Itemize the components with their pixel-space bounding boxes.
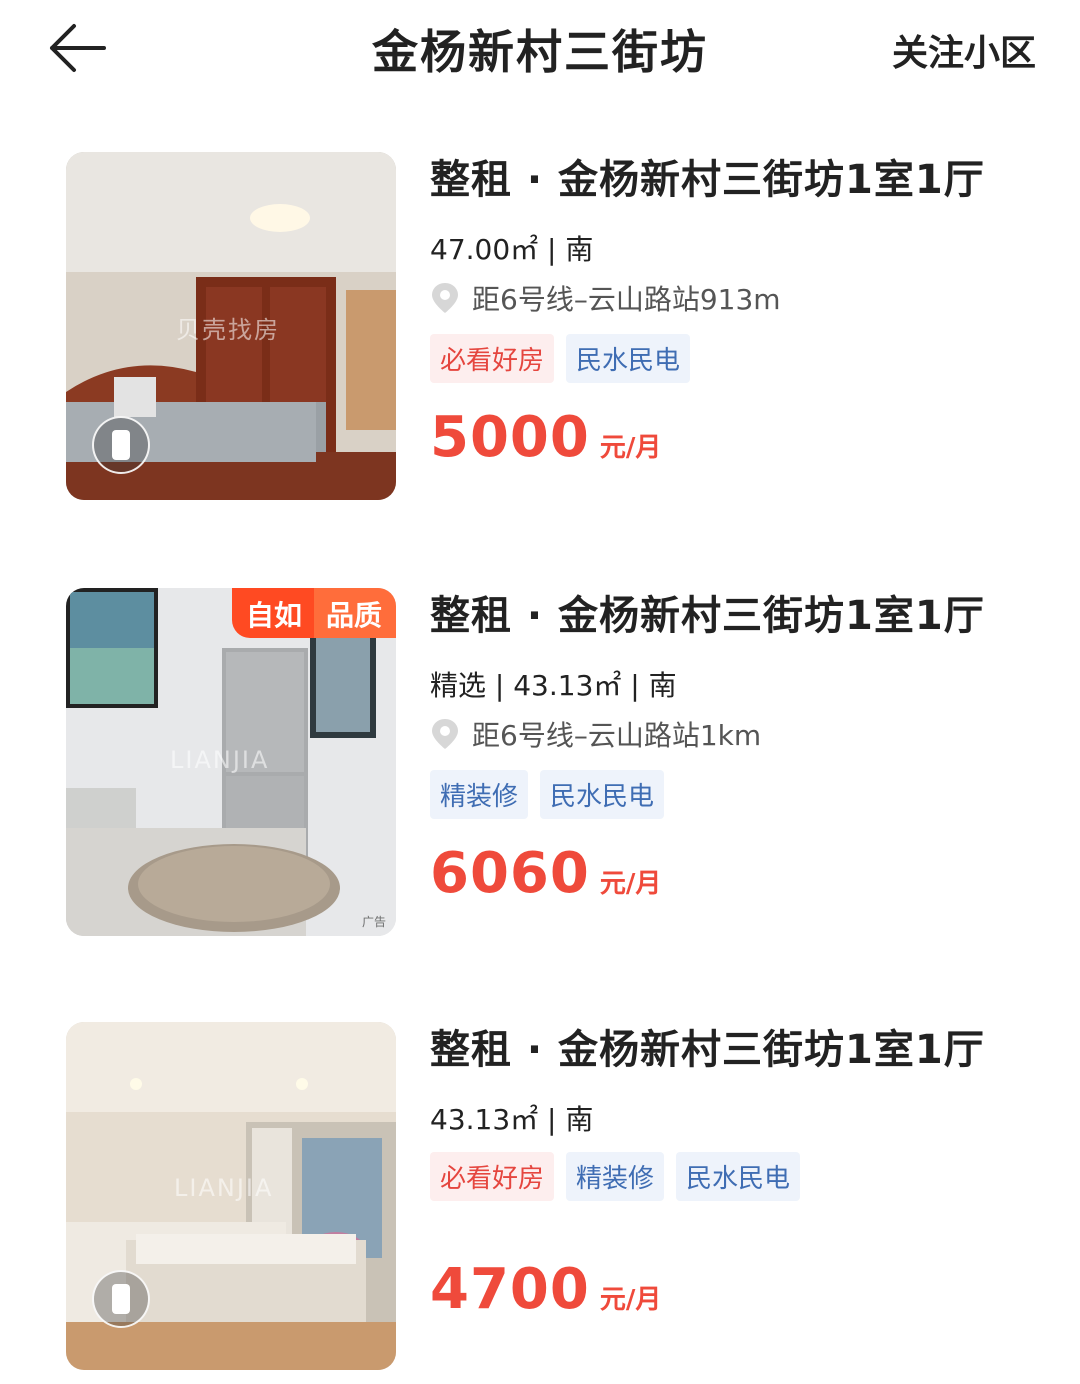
- tag-list: 必看好房 精装修 民水民电: [430, 1152, 990, 1201]
- listing-info: 整租 · 金杨新村三街坊1室1厅 47.00㎡ | 南 距6号线–云山路站913…: [430, 152, 990, 470]
- tag: 民水民电: [676, 1152, 801, 1201]
- listing-meta: 43.13㎡ | 南: [430, 1103, 594, 1136]
- listing-photo[interactable]: 贝壳找房: [66, 152, 396, 500]
- photo-watermark: LIANJIA: [174, 1174, 274, 1202]
- listing-card[interactable]: LIANJIA 整租 · 金杨新村三街坊1室1厅 43.13㎡ | 南 必看好房…: [66, 1022, 1026, 1372]
- tag-list: 精装修 民水民电: [430, 770, 990, 819]
- location-text: 距6号线–云山路站1km: [472, 719, 762, 752]
- tag: 精装修: [430, 770, 529, 819]
- photo-watermark: LIANJIA: [170, 746, 270, 774]
- listing-card[interactable]: LIANJIA 自如 品质 广告 整租 · 金杨新村三街坊1室1厅 精选 | 4…: [66, 588, 1026, 938]
- listing-info: 整租 · 金杨新村三街坊1室1厅 精选 | 43.13㎡ | 南 距6号线–云山…: [430, 588, 990, 906]
- listing-title: 整租 · 金杨新村三街坊1室1厅: [430, 593, 985, 639]
- listing-meta: 47.00㎡ | 南: [430, 233, 594, 266]
- listing-photo[interactable]: LIANJIA: [66, 1022, 396, 1370]
- price-unit: 元/月: [599, 433, 662, 463]
- listing-location: 距6号线–云山路站913m: [430, 280, 990, 316]
- location-pin-icon: [432, 283, 458, 313]
- listing-title: 整租 · 金杨新村三街坊1室1厅: [430, 1027, 985, 1073]
- tag-list: 必看好房 民水民电: [430, 334, 990, 383]
- listing-info: 整租 · 金杨新村三街坊1室1厅 43.13㎡ | 南 必看好房 精装修 民水民…: [430, 1022, 990, 1322]
- tag: 必看好房: [430, 334, 555, 383]
- listing-card[interactable]: 贝壳找房 整租 · 金杨新村三街坊1室1厅 47.00㎡ | 南 距6号线–云山…: [66, 152, 1026, 502]
- tag: 民水民电: [540, 770, 665, 819]
- photo-watermark: 贝壳找房: [176, 316, 280, 344]
- price-value: 5000: [430, 405, 590, 470]
- listing-meta: 精选 | 43.13㎡ | 南: [430, 669, 677, 702]
- tag: 必看好房: [430, 1152, 555, 1201]
- price-value: 6060: [430, 841, 590, 906]
- top-bar: 金杨新村三街坊 关注小区: [0, 0, 1080, 96]
- brand-badge: 自如 品质: [231, 588, 396, 638]
- price-unit: 元/月: [599, 1285, 662, 1315]
- badge-quality: 品质: [313, 588, 396, 638]
- vr-view-icon[interactable]: [92, 1270, 150, 1328]
- location-text: 距6号线–云山路站913m: [472, 283, 781, 316]
- tag: 精装修: [566, 1152, 665, 1201]
- follow-community-button[interactable]: 关注小区: [892, 24, 1036, 76]
- price-unit: 元/月: [599, 869, 662, 899]
- vr-view-icon[interactable]: [92, 416, 150, 474]
- listing-photo[interactable]: LIANJIA 自如 品质 广告: [66, 588, 396, 936]
- price-row: 6060 元/月: [430, 841, 990, 906]
- price-value: 4700: [430, 1257, 590, 1322]
- ad-label: 广告: [361, 915, 386, 929]
- price-row: 5000 元/月: [430, 405, 990, 470]
- badge-ziroom: 自如: [231, 588, 314, 638]
- listing-title: 整租 · 金杨新村三街坊1室1厅: [430, 157, 985, 203]
- location-pin-icon: [432, 719, 458, 749]
- price-row: 4700 元/月: [430, 1257, 990, 1322]
- listing-location: 距6号线–云山路站1km: [430, 716, 990, 752]
- tag: 民水民电: [566, 334, 691, 383]
